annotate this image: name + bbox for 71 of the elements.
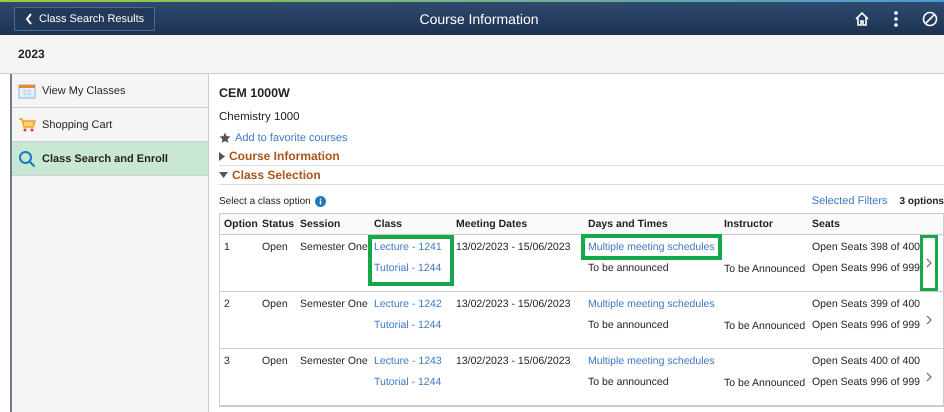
class-link[interactable]: Lecture - 1243	[374, 355, 448, 367]
schedule-link[interactable]: Multiple meeting schedules	[588, 298, 715, 310]
table-cell-text: 2	[224, 298, 231, 310]
table-cell: Open Seats 996 of 999	[812, 319, 920, 331]
chevron-right-icon[interactable]	[926, 258, 932, 268]
options-count: 3 options	[900, 196, 944, 206]
schedule-link[interactable]: Multiple meeting schedules	[588, 355, 715, 367]
course-name: Chemistry 1000	[219, 111, 301, 125]
column-header: Option	[224, 218, 259, 230]
column-header: Session	[300, 218, 342, 230]
page-title: Course Information	[419, 10, 539, 26]
table-cell-text: 1	[224, 241, 231, 253]
class-link[interactable]: Lecture - 1241	[374, 241, 448, 253]
table-cell-text: To be Announced	[724, 320, 806, 332]
table-cell-text: 13/02/2023 - 15/06/2023	[455, 241, 572, 253]
sidebar-item[interactable]: View My Classes	[12, 74, 208, 108]
star-icon	[219, 132, 231, 144]
column-header: Days and Times	[587, 218, 669, 230]
section-header[interactable]: Class Selection	[219, 166, 944, 185]
no-entry-icon[interactable]	[922, 10, 938, 26]
section-header[interactable]: Course Information	[219, 147, 944, 166]
search-icon	[18, 150, 36, 168]
column-header: Seats	[812, 218, 842, 230]
caret-right-icon	[219, 152, 225, 160]
home-icon[interactable]	[854, 10, 870, 26]
table-row[interactable]: 3 Open Semester One Lecture - 1243 Tutorial - 1244 13/02/2023 - 15/06/2023 Multiple meeting schedules To be announced To be Announced Open Seats 400 of 400 Open Seats 996 of 999	[220, 349, 943, 406]
class-link[interactable]: Tutorial - 1244	[374, 319, 448, 331]
column-header: Meeting Dates	[455, 218, 528, 230]
table-row[interactable]: 2 Open Semester One Lecture - 1242 Tutorial - 1244 13/02/2023 - 15/06/2023 Multiple meeting schedules To be announced To be Announced Open Seats 399 of 400 Open Seats 996 of 999	[220, 292, 943, 349]
back-button[interactable]: Class Search Results	[14, 6, 156, 30]
selected-filters-link[interactable]: Selected Filters	[812, 195, 888, 207]
chevron-left-icon	[25, 12, 33, 24]
table-cell-text: Open	[262, 241, 289, 253]
prompt-text: Select a class option	[219, 196, 311, 206]
term-label: 2023	[18, 47, 45, 61]
table-cell-text: Open	[262, 355, 289, 367]
table-cell-text: 13/02/2023 - 15/06/2023	[455, 355, 572, 367]
sidebar-item[interactable]: Class Search and Enroll	[12, 142, 208, 176]
favorite-link[interactable]: Add to favorite courses	[235, 132, 348, 144]
chevron-right-icon[interactable]	[926, 372, 932, 382]
table-cell-text: Semester One	[300, 355, 369, 367]
table-cell: Open Seats 996 of 999	[812, 376, 920, 388]
calendar-icon	[18, 82, 36, 98]
table-cell-text: To be Announced	[724, 263, 806, 275]
table-cell: Open Seats 400 of 400	[812, 355, 920, 367]
table-cell: Open Seats 399 of 400	[812, 298, 920, 310]
schedule-link[interactable]: Multiple meeting schedules	[588, 241, 715, 253]
column-header: Status	[262, 218, 296, 230]
table-cell-text: Semester One	[300, 298, 369, 310]
table-cell-text: 13/02/2023 - 15/06/2023	[455, 298, 572, 310]
table-cell-text: 3	[224, 355, 231, 367]
more-options-icon[interactable]	[894, 10, 898, 26]
course-code: CEM 1000W	[219, 86, 291, 102]
class-link[interactable]: Lecture - 1242	[374, 298, 448, 310]
table-cell: Open Seats 996 of 999	[812, 262, 920, 274]
shopping-cart-icon	[18, 116, 36, 132]
column-header: Instructor	[724, 218, 774, 230]
table-cell-text: To be announced	[588, 262, 670, 274]
class-link[interactable]: Tutorial - 1244	[374, 262, 448, 274]
caret-down-icon	[219, 172, 228, 178]
info-icon[interactable]	[314, 196, 326, 206]
table-cell-text: Semester One	[300, 241, 369, 253]
column-header: Class	[374, 218, 404, 230]
chevron-right-icon[interactable]	[926, 315, 932, 325]
table-row[interactable]: 1 Open Semester One Lecture - 1241 Tutorial - 1244 13/02/2023 - 15/06/2023 Multiple meeting schedules To be announced To be Announced Open Seats 398 of 400 Open Seats 996 of 999	[220, 235, 943, 292]
table-cell: Open Seats 398 of 400	[812, 241, 920, 253]
table-cell-text: To be Announced	[724, 377, 806, 389]
table-cell-text: To be announced	[588, 319, 670, 331]
table-cell-text: Open	[262, 298, 289, 310]
class-link[interactable]: Tutorial - 1244	[374, 376, 448, 388]
table-cell-text: To be announced	[588, 376, 670, 388]
